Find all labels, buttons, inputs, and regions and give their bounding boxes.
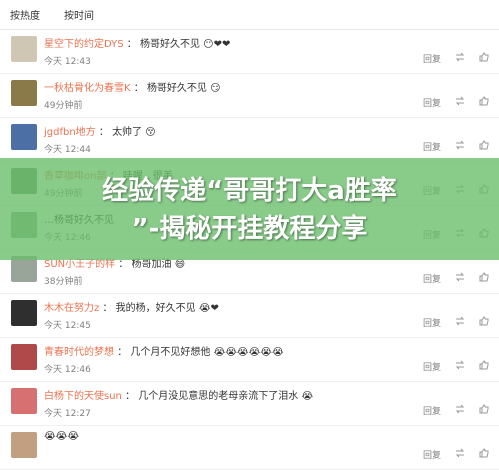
avatar[interactable] <box>11 300 37 326</box>
comment-actions: 回复 <box>423 316 489 329</box>
reply-button[interactable]: 回复 <box>423 448 441 461</box>
reply-button[interactable]: 回复 <box>423 272 441 285</box>
comment-time: 今天 12:27 <box>44 409 91 419</box>
reply-button[interactable]: 回复 <box>423 96 441 109</box>
like-icon[interactable] <box>479 52 489 65</box>
comment-time: 38分钟前 <box>44 277 83 287</box>
reply-button[interactable]: 回复 <box>423 52 441 65</box>
username-link[interactable]: 白杨下的天使sun <box>44 391 122 402</box>
comment-row: 一秋枯骨化为春雪K ： 杨哥好久不见 😏 49分钟前 回复 <box>0 74 499 118</box>
comment-line: jgdfbn地方 ： 太帅了 😚 <box>44 123 156 138</box>
comment-actions: 回复 <box>423 360 489 373</box>
avatar[interactable] <box>11 388 37 414</box>
avatar[interactable] <box>11 432 37 458</box>
emoji-icon: 😭 <box>301 391 314 402</box>
comment-actions: 回复 <box>423 404 489 417</box>
avatar[interactable] <box>11 124 37 150</box>
emoji-icon: 😭😭😭 <box>44 431 80 442</box>
repost-icon[interactable] <box>455 316 465 329</box>
username-link[interactable]: 木木在努力z <box>44 303 99 314</box>
comment-line: 一秋枯骨化为春雪K ： 杨哥好久不见 😏 <box>44 79 221 94</box>
comment-time: 今天 12:45 <box>44 321 91 331</box>
repost-icon[interactable] <box>455 404 465 417</box>
colon-separator: ： <box>133 83 144 94</box>
colon-separator: ： <box>98 127 109 138</box>
colon-separator: ： <box>126 39 137 50</box>
comment-text: 几个月没见意思的老母亲流下了泪水 <box>138 391 299 402</box>
comment-time: 今天 12:46 <box>44 365 91 375</box>
emoji-icon: 😄 <box>174 259 186 270</box>
comment-time: 今天 12:43 <box>44 57 91 67</box>
comment-row: 😭😭😭 回复 <box>0 426 499 470</box>
avatar[interactable] <box>11 80 37 106</box>
comment-text: 杨哥好久不见 <box>146 83 207 94</box>
repost-icon[interactable] <box>455 272 465 285</box>
repost-icon[interactable] <box>455 96 465 109</box>
reply-button[interactable]: 回复 <box>423 360 441 373</box>
comment-row: jgdfbn地方 ： 太帅了 😚 今天 12:44 回复 <box>0 118 499 162</box>
reply-button[interactable]: 回复 <box>423 316 441 329</box>
comment-text: 几个月不见好想他 <box>130 347 211 358</box>
comment-actions: 回复 <box>423 140 489 153</box>
comment-actions: 回复 <box>423 272 489 285</box>
sort-bar: 按热度 按时间 <box>0 0 499 30</box>
repost-icon[interactable] <box>455 52 465 65</box>
avatar[interactable] <box>11 344 37 370</box>
username-link[interactable]: 一秋枯骨化为春雪K <box>44 83 131 94</box>
emoji-icon: 😶❤❤ <box>203 39 231 50</box>
overlay-line-2: ”-揭秘开挂教程分享 <box>131 214 368 244</box>
comment-line: 木木在努力z ： 我的杨，好久不见 😭❤ <box>44 299 219 314</box>
comment-row: 木木在努力z ： 我的杨，好久不见 😭❤ 今天 12:45 回复 <box>0 294 499 338</box>
comment-time: 49分钟前 <box>44 101 83 111</box>
comment-line: 青春时代的梦想 ： 几个月不见好想他 😭😭😭😭😭😭 <box>44 343 284 358</box>
username-link[interactable]: SUN小王子的样 <box>44 259 115 270</box>
emoji-icon: 😭😭😭😭😭😭 <box>213 347 284 358</box>
avatar[interactable] <box>11 36 37 62</box>
colon-separator: ： <box>102 303 113 314</box>
like-icon[interactable] <box>479 448 489 461</box>
colon-separator: ： <box>117 347 128 358</box>
comment-line: 星空下的约定DYS ： 杨哥好久不见 😶❤❤ <box>44 35 230 50</box>
comment-actions: 回复 <box>423 52 489 65</box>
sort-by-time[interactable]: 按时间 <box>64 7 94 22</box>
comment-line: 😭😭😭 <box>44 431 79 442</box>
emoji-icon: 😚 <box>145 127 156 138</box>
like-icon[interactable] <box>479 360 489 373</box>
comment-time: 今天 12:44 <box>44 145 91 155</box>
emoji-icon: 😏 <box>210 83 221 94</box>
emoji-icon: 😭❤ <box>198 303 219 314</box>
overlay-line-1: 经验传递“哥哥打大a胜率 <box>102 176 397 206</box>
username-link[interactable]: jgdfbn地方 <box>44 127 96 138</box>
comment-actions: 回复 <box>423 448 489 461</box>
comment-text: 杨哥好久不见 <box>139 39 200 50</box>
comment-text: 太帅了 <box>112 127 143 138</box>
like-icon[interactable] <box>479 272 489 285</box>
reply-button[interactable]: 回复 <box>423 404 441 417</box>
like-icon[interactable] <box>479 140 489 153</box>
comment-row: 白杨下的天使sun ： 几个月没见意思的老母亲流下了泪水 😭 今天 12:27 … <box>0 382 499 426</box>
sort-by-hot[interactable]: 按热度 <box>10 7 40 22</box>
comment-actions: 回复 <box>423 96 489 109</box>
like-icon[interactable] <box>479 316 489 329</box>
comment-line: 白杨下的天使sun ： 几个月没见意思的老母亲流下了泪水 😭 <box>44 387 313 402</box>
username-link[interactable]: 青春时代的梦想 <box>44 347 114 358</box>
username-link[interactable]: 星空下的约定DYS <box>44 39 124 50</box>
repost-icon[interactable] <box>455 448 465 461</box>
promo-overlay-title: 经验传递“哥哥打大a胜率 ”-揭秘开挂教程分享 <box>0 172 499 248</box>
comment-text: 我的杨，好久不见 <box>115 303 196 314</box>
comment-text: 杨哥加油 <box>131 259 172 270</box>
repost-icon[interactable] <box>455 360 465 373</box>
like-icon[interactable] <box>479 96 489 109</box>
comment-row: 星空下的约定DYS ： 杨哥好久不见 😶❤❤ 今天 12:43 回复 <box>0 30 499 74</box>
comment-row: 青春时代的梦想 ： 几个月不见好想他 😭😭😭😭😭😭 今天 12:46 回复 <box>0 338 499 382</box>
colon-separator: ： <box>125 391 136 402</box>
colon-separator: ： <box>118 259 129 270</box>
repost-icon[interactable] <box>455 140 465 153</box>
like-icon[interactable] <box>479 404 489 417</box>
reply-button[interactable]: 回复 <box>423 140 441 153</box>
